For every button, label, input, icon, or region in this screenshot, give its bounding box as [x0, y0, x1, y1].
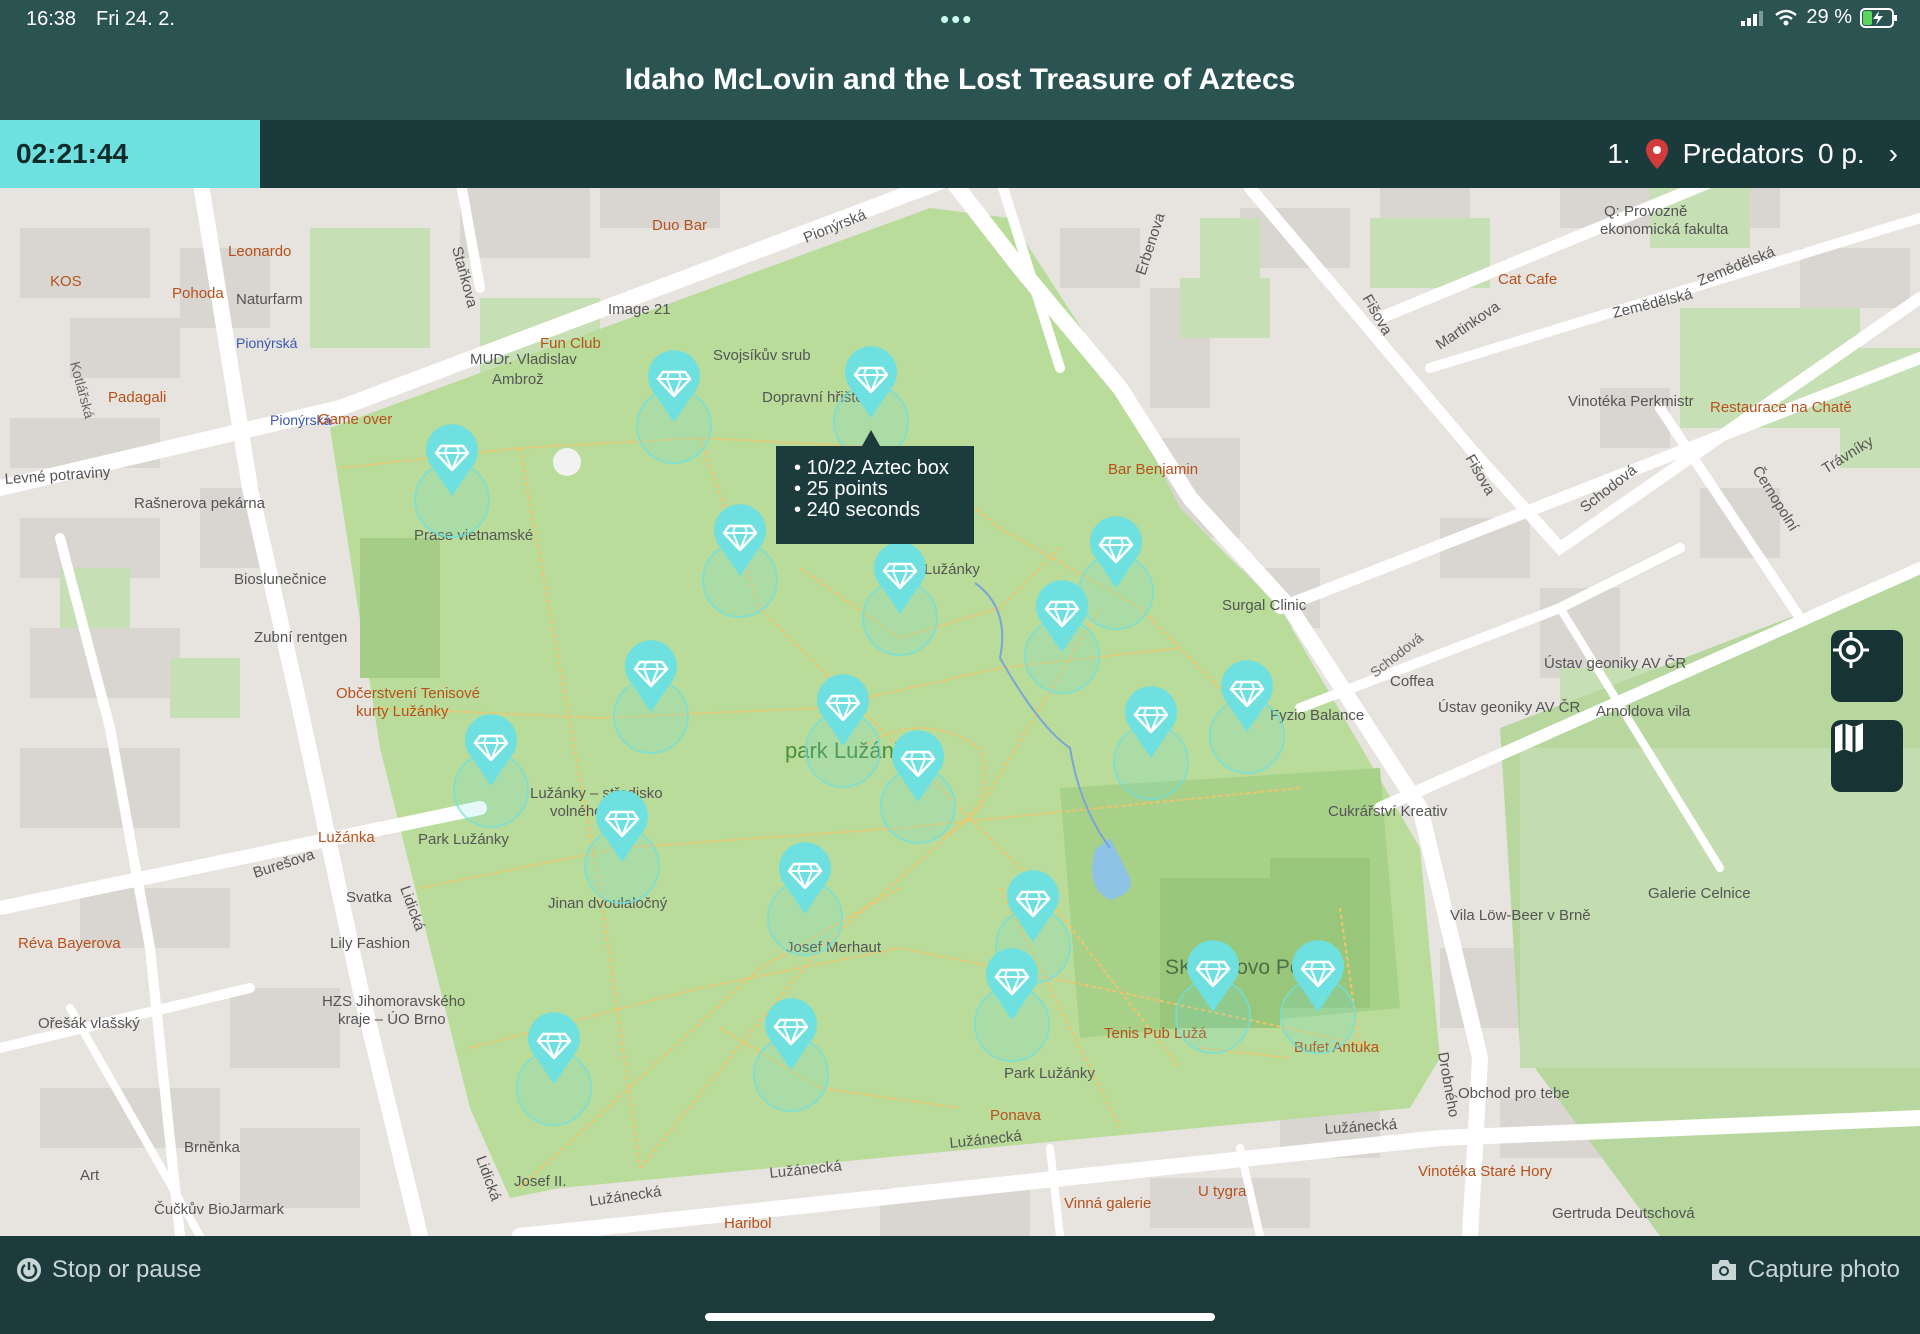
poi-pohoda: Pohoda	[172, 285, 224, 302]
poi-padagali: Padagali	[108, 389, 166, 406]
app-title-bar: Idaho McLovin and the Lost Treasure of A…	[0, 40, 1920, 120]
camera-icon	[1711, 1260, 1736, 1280]
location-pin-icon	[1645, 139, 1668, 169]
poi-mudr: MUDr. Vladislav	[470, 351, 577, 368]
poi-hzs2: kraje – ÚO Brno	[338, 1011, 446, 1028]
status-time: 16:38	[26, 8, 77, 30]
game-timer: 02:21:44	[0, 120, 260, 188]
poi-gertruda: Gertruda Deutschová	[1552, 1205, 1695, 1222]
poi-provozne: Q: Provozně	[1604, 203, 1687, 220]
poi-fun-club: Fun Club	[540, 335, 601, 352]
poi-vinoteka-p: Vinotéka Perkmistr	[1568, 393, 1694, 410]
poi-ponava: Ponava	[990, 1107, 1042, 1124]
poi-coffea: Coffea	[1390, 673, 1435, 690]
poi-reva: Réva Bayerova	[18, 935, 121, 952]
battery-charging-icon	[1860, 7, 1897, 28]
street-pionyrska2: Pionýrská	[236, 335, 298, 351]
poi-oresak: Ořešák vlašský	[38, 1015, 140, 1032]
poi-image21: Image 21	[608, 301, 671, 318]
chevron-right-icon: ›	[1888, 138, 1898, 169]
tooltip-seconds: 240 seconds	[794, 500, 974, 521]
crosshair-icon	[1833, 632, 1869, 668]
map-view[interactable]: park Lužánky SK Královo Pole Pionýrská P…	[0, 188, 1920, 1236]
poi-game-over: Game over	[318, 411, 392, 428]
poi-hzs: HZS Jihomoravského	[322, 993, 465, 1010]
tooltip-box: 10/22 Aztec box	[794, 458, 974, 479]
poi-svatka: Svatka	[346, 889, 393, 906]
team-ranking[interactable]: 1. Predators 0 p. ›	[1607, 120, 1898, 188]
poi-cukrarstvi: Cukrářství Kreativ	[1328, 803, 1448, 820]
game-info-bar: 02:21:44 1. Predators 0 p. ›	[0, 120, 1920, 188]
poi-cuckuv: Čučkův BioJarmark	[154, 1201, 285, 1218]
poi-obchod: Obchod pro tebe	[1458, 1085, 1570, 1102]
poi-restaurace: Restaurace na Chatě	[1710, 399, 1852, 416]
poi-svojsikuv: Svojsíkův srub	[713, 347, 811, 364]
poi-zubni: Zubní rentgen	[254, 629, 347, 646]
poi-surgal: Surgal Clinic	[1222, 597, 1307, 614]
signal-icon	[1741, 10, 1764, 26]
poi-park-luzanky-b: Park Lužánky	[1004, 1065, 1095, 1082]
wifi-icon	[1775, 9, 1798, 25]
map-layers-button[interactable]	[1831, 720, 1903, 792]
poi-galerie: Galerie Celnice	[1648, 885, 1751, 902]
poi-luzanka: Lužánka	[318, 829, 375, 846]
poi-vila-low: Vila Löw-Beer v Brně	[1450, 907, 1591, 924]
poi-cat-cafe: Cat Cafe	[1498, 271, 1557, 288]
tooltip-points: 25 points	[794, 479, 974, 500]
poi-lily: Lily Fashion	[330, 935, 410, 952]
team-rank: 1.	[1607, 138, 1631, 169]
poi-luzanky-str: Lužánky – středisko	[530, 785, 663, 802]
poi-leonardo: Leonardo	[228, 243, 291, 260]
treasure-tooltip: 10/22 Aztec box 25 points 240 seconds	[776, 430, 974, 544]
stop-pause-label: Stop or pause	[52, 1256, 202, 1283]
poi-park-luzanky-l: Park Lužánky	[418, 831, 509, 848]
poi-josef2: Josef II.	[514, 1173, 567, 1190]
poi-rasnerova: Rašnerova pekárna	[134, 495, 266, 512]
poi-vinna: Vinná galerie	[1064, 1195, 1151, 1212]
status-date: Fri 24. 2.	[96, 8, 175, 30]
poi-haribol: Haribol	[724, 1215, 772, 1232]
status-bar: 16:38 Fri 24. 2. ••• 29 %	[0, 0, 1920, 40]
poi-luzanky-villa: Lužánky	[924, 561, 980, 578]
multitask-dots-icon[interactable]: •••	[940, 4, 973, 35]
poi-obcerstveni: Občerstvení Tenisové	[336, 685, 480, 702]
stop-pause-button[interactable]: Stop or pause	[16, 1256, 201, 1284]
team-points: 0 p.	[1817, 138, 1865, 169]
locate-me-button[interactable]	[1831, 630, 1903, 702]
poi-ustav2: Ústav geoniky AV ČR	[1438, 699, 1580, 716]
poi-ustav1: Ústav geoniky AV ČR	[1544, 655, 1686, 672]
poi-fyzio: Fyzio Balance	[1270, 707, 1364, 724]
battery-percent: 29 %	[1806, 6, 1852, 28]
poi-kos: KOS	[50, 273, 82, 290]
poi-ekonomicka: ekonomická fakulta	[1600, 221, 1729, 238]
poi-arnoldova: Arnoldova vila	[1596, 703, 1691, 720]
status-indicators: 29 %	[1740, 6, 1898, 29]
team-name: Predators	[1682, 138, 1804, 169]
power-icon	[17, 1258, 41, 1282]
poi-kurty: kurty Lužánky	[356, 703, 449, 720]
poi-art: Art	[80, 1167, 100, 1184]
poi-brnenka: Brněnka	[184, 1139, 241, 1156]
poi-u-tygra: U tygra	[1198, 1183, 1247, 1200]
poi-ambroz: Ambrož	[492, 371, 544, 388]
home-indicator[interactable]	[705, 1313, 1215, 1321]
capture-photo-label: Capture photo	[1747, 1256, 1900, 1283]
map-canvas: park Lužánky SK Královo Pole Pionýrská P…	[0, 188, 1920, 1236]
poi-duo-bar: Duo Bar	[652, 217, 707, 234]
poi-vinoteka-sh: Vinotéka Staré Hory	[1418, 1163, 1552, 1180]
map-icon	[1835, 723, 1863, 753]
poi-naturfarm: Naturfarm	[236, 291, 303, 308]
page-title: Idaho McLovin and the Lost Treasure of A…	[624, 63, 1296, 96]
poi-bar-benjamin: Bar Benjamin	[1108, 461, 1198, 478]
capture-photo-button[interactable]: Capture photo	[1710, 1256, 1900, 1284]
poi-biosl: Bioslunečnice	[234, 571, 327, 588]
